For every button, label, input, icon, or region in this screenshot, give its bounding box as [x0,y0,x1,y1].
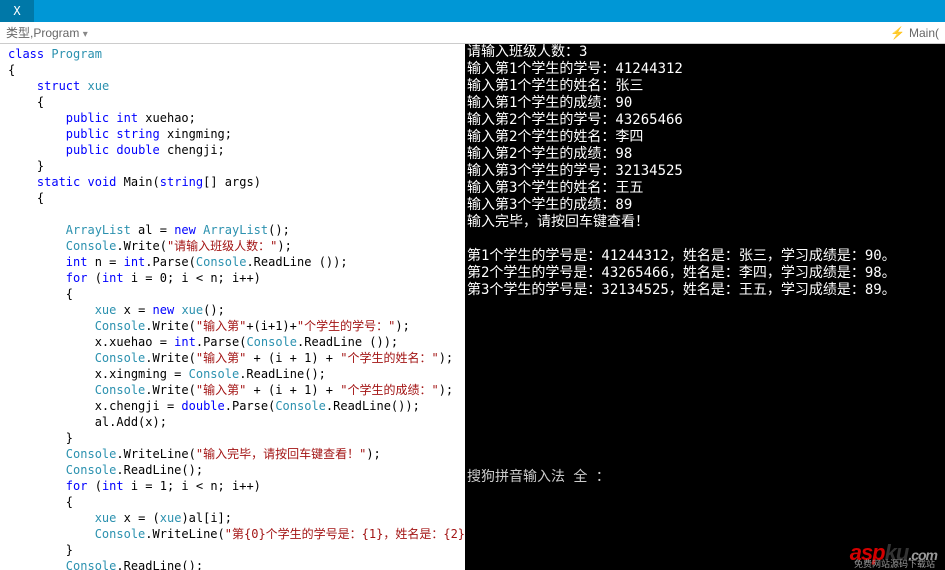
title-bar: X [0,0,945,22]
breadcrumb-right[interactable]: ⚡Main( [890,26,939,40]
console-output: 请输入班级人数：3 输入第1个学生的学号：41244312 输入第1个学生的姓名… [465,44,945,570]
ime-indicator: 搜狗拼音输入法 全 ： [467,469,943,486]
code-editor[interactable]: class Program { struct xue { public int … [0,44,465,570]
console-text: 请输入班级人数：3 输入第1个学生的学号：41244312 输入第1个学生的姓名… [467,44,896,298]
breadcrumb-bar: 类型,Program ▾ ⚡Main( [0,22,945,44]
close-button[interactable]: X [0,0,34,22]
breadcrumb-left[interactable]: 类型,Program ▾ [6,24,890,41]
bolt-icon: ⚡ [890,26,905,40]
main-area: class Program { struct xue { public int … [0,44,945,570]
chevron-down-icon: ▾ [83,29,88,40]
watermark-subtitle: 免费网站源码下载站 [854,557,935,570]
